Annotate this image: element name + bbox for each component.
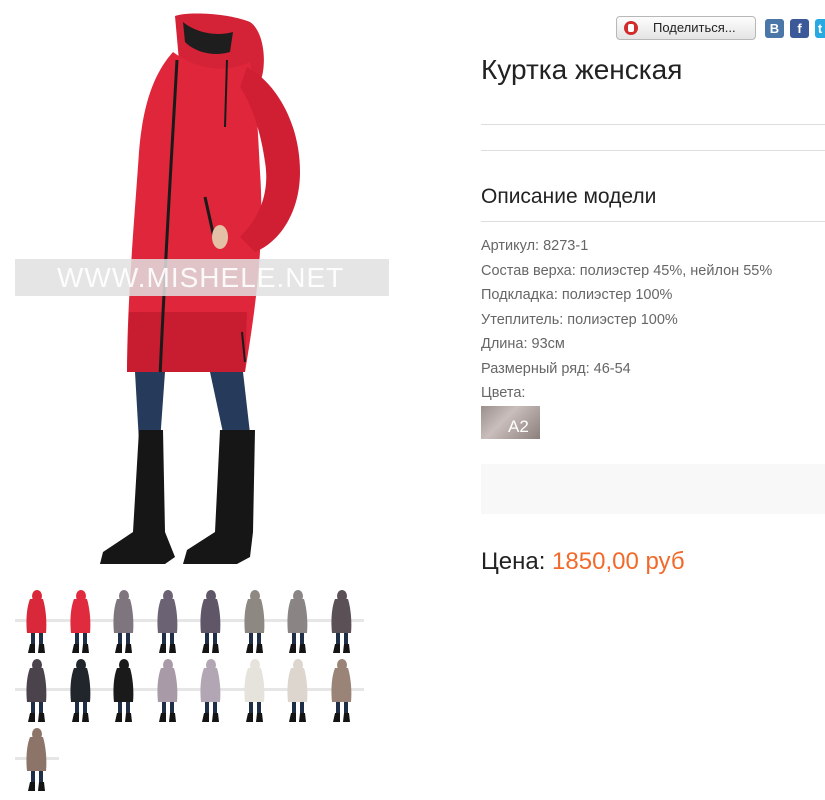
spec-size-range: Размерный ряд: 46-54 [481,361,631,377]
thumbnail[interactable] [145,589,190,655]
thumbnail[interactable] [276,589,320,655]
thumbnail[interactable] [276,658,320,724]
color-swatch-label: A2 [508,417,529,436]
spec-length: Длина: 93см [481,336,565,352]
thumbnail[interactable] [15,658,59,724]
price-label: Цена: [481,548,546,575]
product-title: Куртка женская [481,54,683,85]
watermark: WWW.MISHELE.NET [15,259,389,296]
thumbnail[interactable] [145,658,190,724]
divider [481,124,825,125]
thumbnail[interactable] [102,658,146,724]
thumbnail[interactable] [232,589,277,655]
divider [481,221,825,222]
thumbnail[interactable] [232,658,277,724]
thumbnail[interactable] [58,589,103,655]
spec-colors-label: Цвета: [481,385,526,401]
thumbnail[interactable] [319,589,364,655]
spec-insulation: Утеплитель: полиэстер 100% [481,312,678,328]
twitter-share-icon[interactable]: t [815,19,825,38]
order-panel [481,464,825,514]
spec-lining: Подкладка: полиэстер 100% [481,287,673,303]
thumbnail[interactable] [15,589,59,655]
thumbnail[interactable] [189,658,233,724]
main-product-image[interactable]: WWW.MISHELE.NET [15,12,390,574]
share-button[interactable]: Поделиться... [616,16,756,40]
thumbnail[interactable] [102,589,146,655]
vk-share-icon[interactable]: В [765,19,784,38]
thumbnail[interactable] [189,589,233,655]
share-label: Поделиться... [653,20,736,35]
description-title: Описание модели [481,185,657,208]
share-icon [624,21,638,35]
thumbnail[interactable] [58,658,103,724]
price-value: 1850,00 руб [552,548,685,575]
color-swatch-a2[interactable]: A2 [481,406,540,439]
thumbnail[interactable] [15,727,59,793]
spec-article: Артикул: 8273-1 [481,238,589,254]
facebook-share-icon[interactable]: f [790,19,809,38]
spec-outer-fabric: Состав верха: полиэстер 45%, нейлон 55% [481,263,773,279]
thumbnail[interactable] [319,658,364,724]
price: Цена: 1850,00 руб [481,548,685,576]
divider [481,150,825,151]
